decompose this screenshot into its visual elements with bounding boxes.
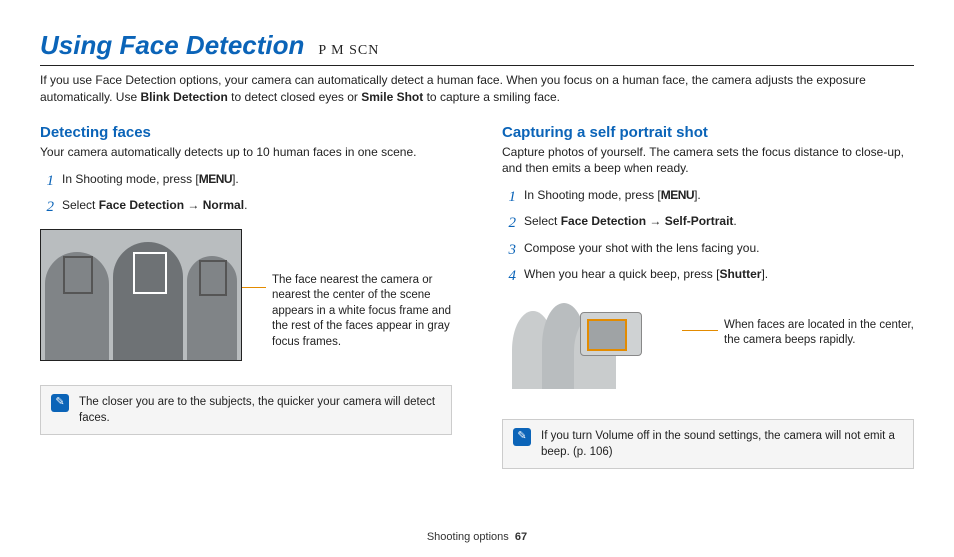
intro-text-2: to detect closed eyes or	[228, 90, 361, 104]
step-text: Compose your shot with the lens facing y…	[524, 239, 914, 262]
camera-illustration	[580, 312, 642, 356]
step-text-pre: In Shooting mode, press [	[524, 188, 661, 202]
left-column: Detecting faces Your camera automaticall…	[40, 124, 452, 470]
step-text-post: ].	[694, 188, 701, 202]
intro-bold-2: Smile Shot	[361, 90, 423, 104]
gray-focus-frame	[63, 256, 93, 294]
step-bold-2: Normal	[203, 198, 244, 212]
title-row: Using Face Detection P M SCN	[40, 30, 914, 61]
detecting-faces-figure: The face nearest the camera or nearest t…	[40, 229, 452, 361]
mode-indicators: P M SCN	[318, 43, 379, 59]
right-step-2: 2 Select Face Detection → Self-Portrait.	[502, 212, 914, 235]
figure-callout: When faces are located in the center, th…	[724, 318, 914, 349]
step-text: When you hear a quick beep, press [Shutt…	[524, 265, 914, 288]
step-number: 2	[502, 212, 516, 235]
intro-text-3: to capture a smiling face.	[423, 90, 560, 104]
menu-key: MENU	[661, 188, 694, 202]
left-step-1: 1 In Shooting mode, press [MENU].	[40, 170, 452, 193]
detecting-faces-heading: Detecting faces	[40, 124, 452, 141]
right-step-1: 1 In Shooting mode, press [MENU].	[502, 186, 914, 209]
step-arrow: →	[184, 198, 203, 212]
step-number: 4	[502, 265, 516, 288]
callout-line	[242, 287, 266, 288]
note-box: ✎ If you turn Volume off in the sound se…	[502, 419, 914, 469]
step-text-pre: Select	[524, 214, 561, 228]
step-number: 2	[40, 196, 54, 219]
step-text-post: ].	[232, 172, 239, 186]
step-text-post: ].	[761, 267, 768, 281]
note-box: ✎ The closer you are to the subjects, th…	[40, 385, 452, 435]
step-text: In Shooting mode, press [MENU].	[62, 170, 452, 193]
step-bold-1: Face Detection	[99, 198, 184, 212]
detecting-faces-sub: Your camera automatically detects up to …	[40, 144, 452, 160]
step-arrow: →	[646, 214, 665, 228]
figure-callout: The face nearest the camera or nearest t…	[272, 273, 452, 351]
step-text-post: .	[244, 198, 247, 212]
step-text-pre: In Shooting mode, press [	[62, 172, 199, 186]
face-detection-illustration	[40, 229, 242, 361]
right-step-3: 3 Compose your shot with the lens facing…	[502, 239, 914, 262]
gray-focus-frame	[199, 260, 227, 296]
right-step-4: 4 When you hear a quick beep, press [Shu…	[502, 265, 914, 288]
content-columns: Detecting faces Your camera automaticall…	[40, 124, 914, 470]
self-portrait-heading: Capturing a self portrait shot	[502, 124, 914, 141]
menu-key: MENU	[199, 172, 232, 186]
step-bold-2: Self-Portrait	[665, 214, 734, 228]
note-icon: ✎	[513, 428, 531, 446]
title-rule	[40, 65, 914, 66]
page-footer: Shooting options 67	[0, 531, 954, 543]
step-text-post: .	[733, 214, 736, 228]
note-text: If you turn Volume off in the sound sett…	[541, 428, 903, 460]
step-bold: Shutter	[719, 267, 761, 281]
left-step-2: 2 Select Face Detection → Normal.	[40, 196, 452, 219]
footer-section: Shooting options	[427, 531, 509, 543]
intro-bold-1: Blink Detection	[140, 90, 227, 104]
intro-paragraph: If you use Face Detection options, your …	[40, 72, 914, 106]
step-number: 1	[502, 186, 516, 209]
page-number: 67	[515, 531, 527, 543]
step-number: 1	[40, 170, 54, 193]
note-icon: ✎	[51, 394, 69, 412]
white-focus-frame	[133, 252, 167, 294]
callout-line	[682, 330, 718, 331]
step-text-pre: When you hear a quick beep, press [	[524, 267, 719, 281]
self-portrait-sub: Capture photos of yourself. The camera s…	[502, 144, 914, 176]
step-text: Select Face Detection → Normal.	[62, 196, 452, 219]
page-title: Using Face Detection	[40, 30, 304, 61]
note-text: The closer you are to the subjects, the …	[79, 394, 441, 426]
self-portrait-illustration	[512, 294, 682, 389]
step-text: Select Face Detection → Self-Portrait.	[524, 212, 914, 235]
step-text: In Shooting mode, press [MENU].	[524, 186, 914, 209]
step-number: 3	[502, 239, 516, 262]
step-text-pre: Select	[62, 198, 99, 212]
step-bold-1: Face Detection	[561, 214, 646, 228]
camera-screen-highlight	[587, 319, 627, 351]
self-portrait-figure: When faces are located in the center, th…	[512, 294, 914, 389]
right-column: Capturing a self portrait shot Capture p…	[502, 124, 914, 470]
